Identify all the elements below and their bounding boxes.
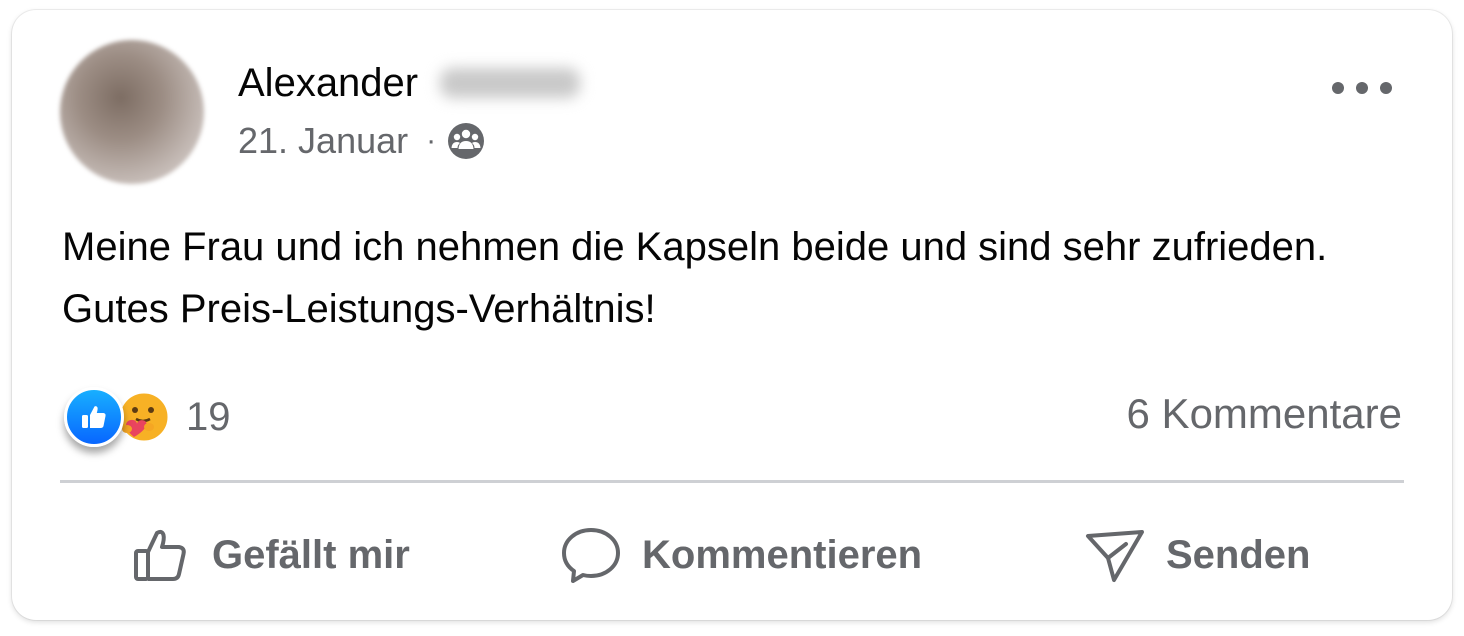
ellipsis-dot — [1356, 82, 1368, 94]
post-meta: 21. Januar · — [238, 116, 486, 166]
send-button-label: Senden — [1166, 532, 1311, 577]
comment-button[interactable]: Kommentieren — [560, 510, 922, 600]
meta-separator: · — [426, 124, 437, 157]
more-options-icon[interactable] — [1332, 76, 1392, 100]
friends-group-icon[interactable] — [446, 121, 486, 161]
author-avatar[interactable] — [60, 40, 204, 184]
post-card: Alexander 21. Januar · Meine Frau und ic… — [12, 10, 1452, 620]
send-button[interactable]: Senden — [1084, 510, 1310, 600]
post-text: Meine Frau und ich nehmen die Kapseln be… — [62, 225, 1328, 331]
reactions-summary[interactable]: 19 — [64, 386, 231, 448]
care-reaction-icon — [116, 389, 172, 445]
comments-count-link[interactable]: 6 Kommentare — [1127, 390, 1402, 438]
comment-button-label: Kommentieren — [642, 532, 923, 577]
divider — [60, 480, 1404, 483]
thumbs-up-icon — [134, 529, 186, 581]
like-reaction-icon — [64, 387, 124, 447]
post-date[interactable]: 21. Januar — [238, 120, 408, 162]
ellipsis-dot — [1380, 82, 1392, 94]
blurred-surname — [440, 68, 581, 98]
ellipsis-dot — [1332, 82, 1344, 94]
speech-bubble-icon — [562, 528, 620, 583]
like-button[interactable]: Gefällt mir — [130, 510, 410, 600]
action-bar: Gefällt mir Kommentieren Senden — [60, 510, 1404, 600]
send-arrow-icon — [1086, 530, 1144, 582]
author-name[interactable]: Alexander — [238, 61, 418, 106]
author-name-row: Alexander — [238, 58, 581, 108]
reaction-count: 19 — [186, 394, 231, 439]
like-button-label: Gefällt mir — [212, 532, 410, 577]
